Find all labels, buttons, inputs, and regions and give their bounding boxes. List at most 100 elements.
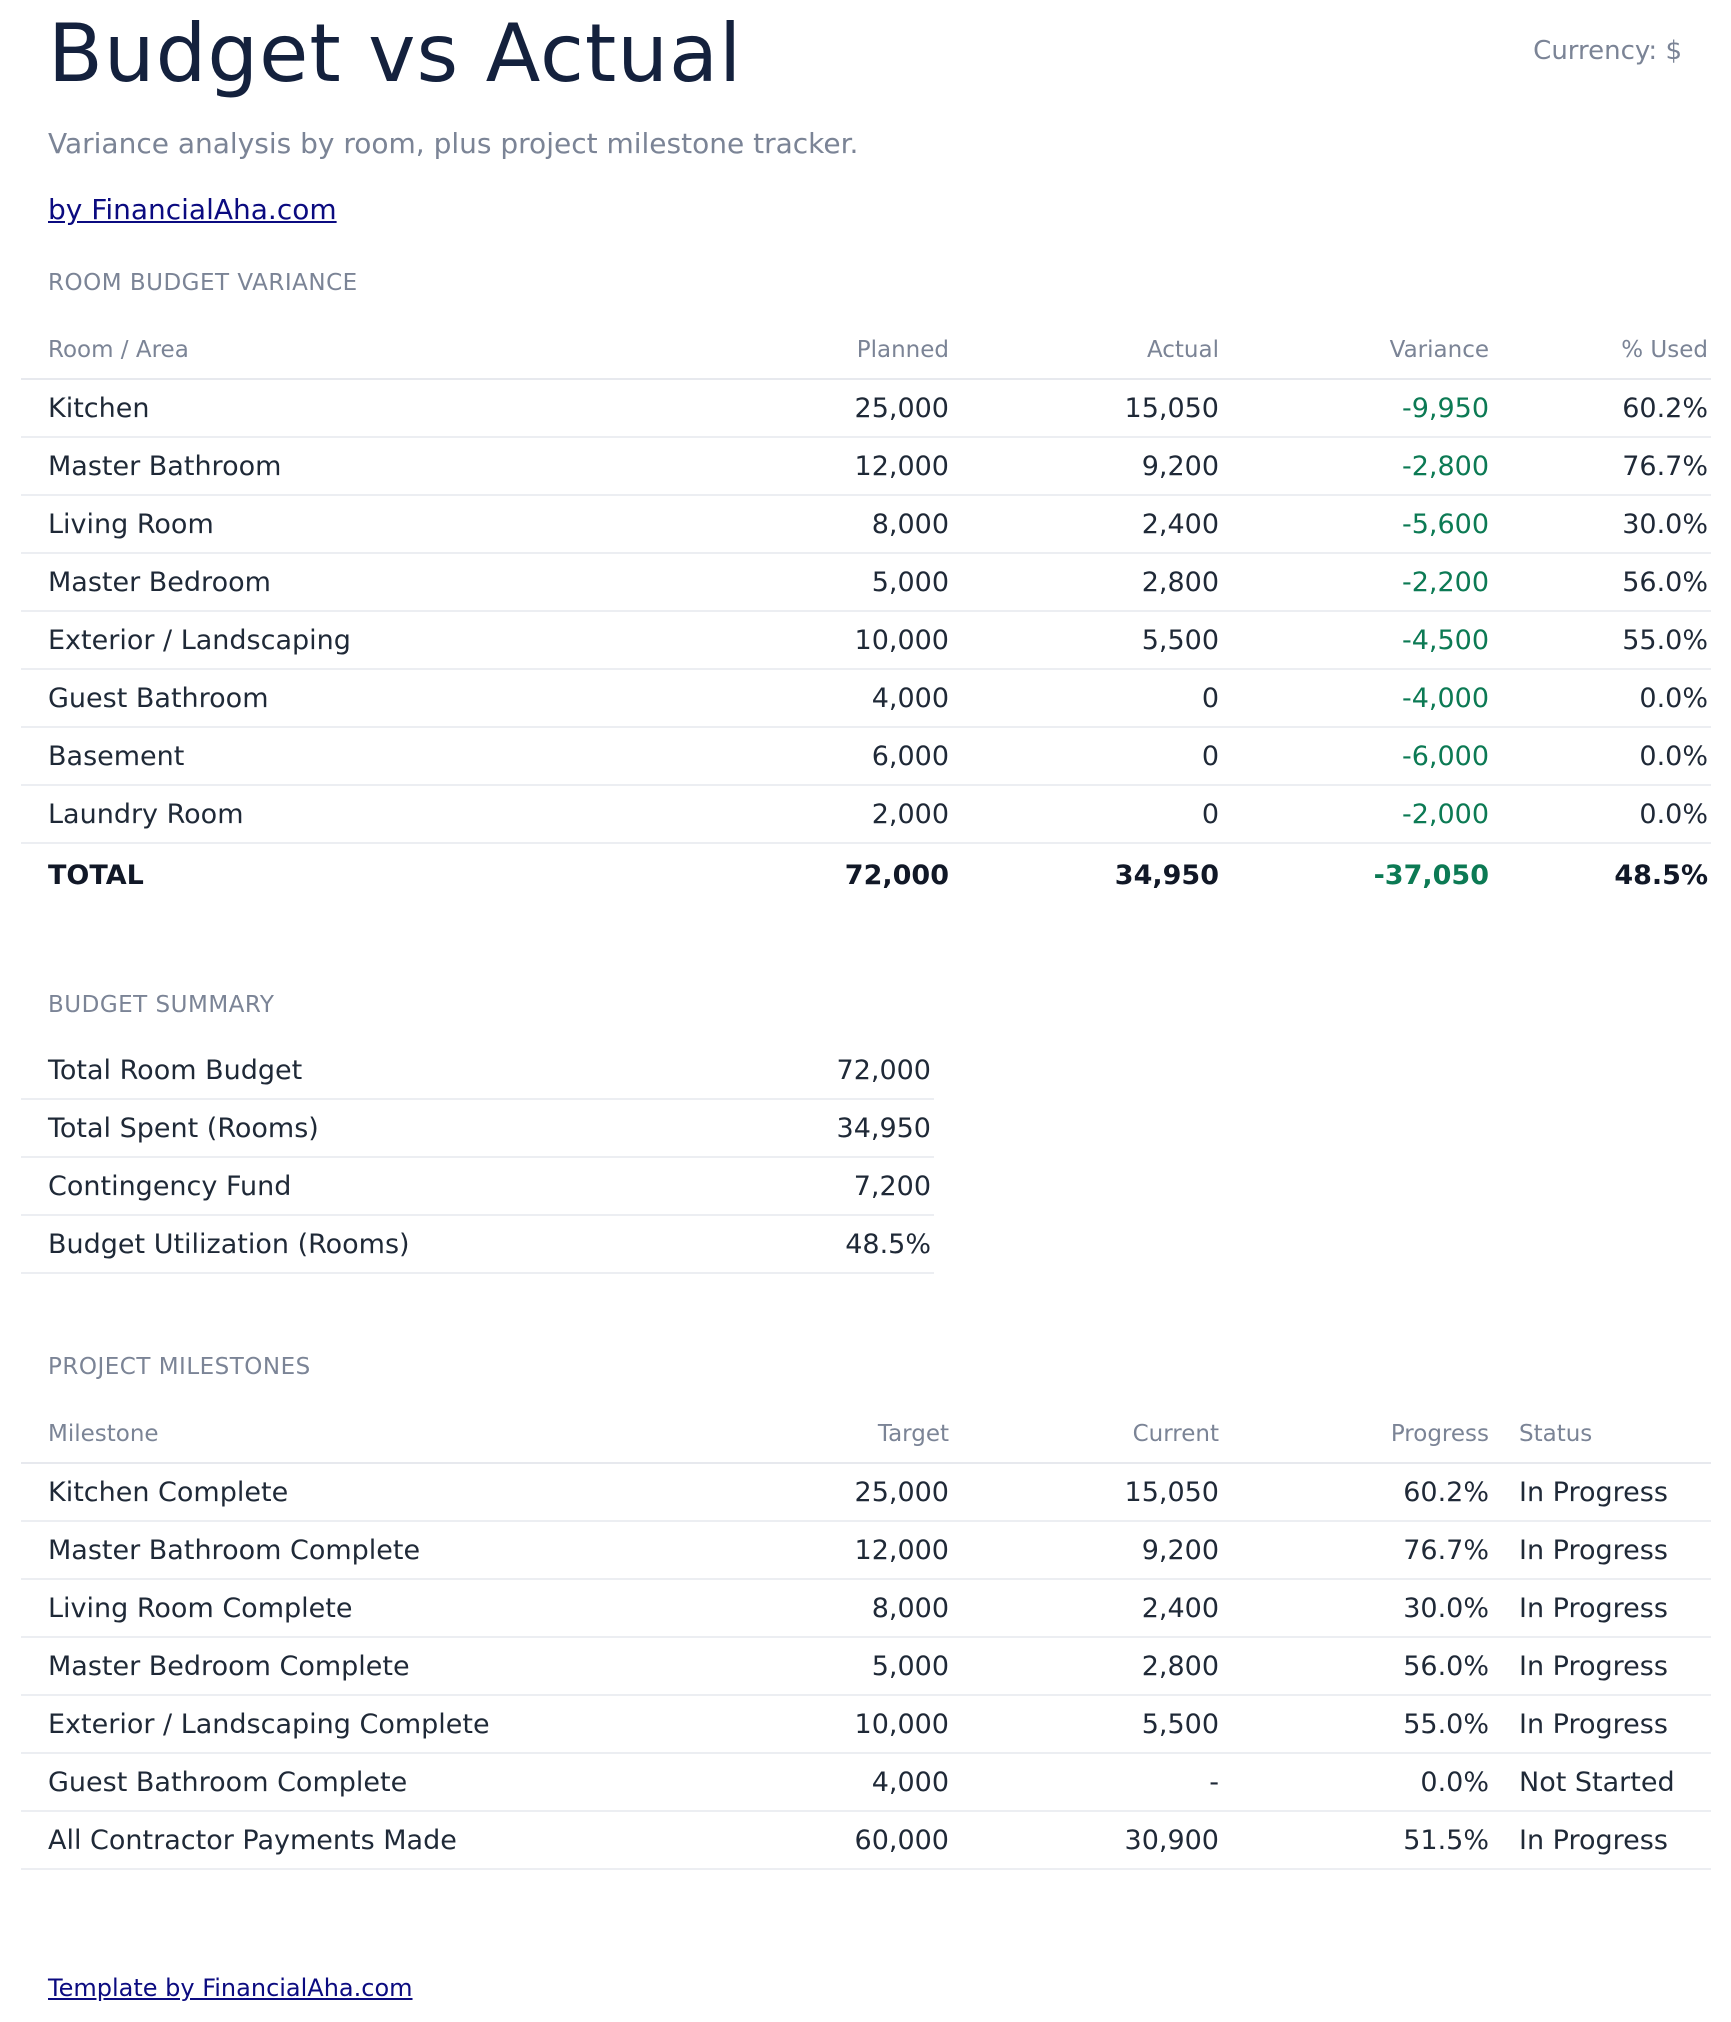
cell-current: 2,800 [952, 1637, 1222, 1696]
table-row: Master Bathroom Complete 12,000 9,200 76.7%… [21, 1521, 1711, 1580]
cell-target: 12,000 [734, 1521, 952, 1580]
budget-vs-actual-sheet: Budget vs Actual Currency: $ Variance an… [0, 0, 1731, 2022]
table-row: Living Room 8,000 2,400 -5,600 30.0% [21, 495, 1711, 554]
cell-pct-used: 56.0% [1492, 553, 1711, 612]
cell-planned: 4,000 [734, 669, 952, 728]
col-header-pct-used: % Used [1492, 322, 1711, 380]
total-cell-pct-used: 48.5% [1492, 842, 1711, 906]
total-cell-actual: 34,950 [952, 842, 1222, 906]
room-variance-table: Room / Area Planned Actual Variance % Us… [21, 322, 1711, 906]
cell-progress: 60.2% [1222, 1463, 1492, 1522]
table-row: Exterior / Landscaping 10,000 5,500 -4,500 5… [21, 611, 1711, 670]
cell-variance: -2,000 [1222, 785, 1492, 844]
cell-actual: 2,800 [952, 553, 1222, 612]
cell-status: Not Started [1492, 1753, 1711, 1812]
cell-status: In Progress [1492, 1579, 1711, 1638]
cell-pct-used: 76.7% [1492, 437, 1711, 496]
table-row: Kitchen Complete 25,000 15,050 60.2% In Prog… [21, 1463, 1711, 1522]
cell-current: - [952, 1753, 1222, 1812]
cell-planned: 12,000 [734, 437, 952, 496]
summary-row: Budget Utilization (Rooms) 48.5% [21, 1215, 934, 1274]
col-header-status: Status [1492, 1406, 1711, 1464]
col-header-room: Room / Area [21, 322, 734, 380]
cell-target: 25,000 [734, 1463, 952, 1522]
cell-current: 9,200 [952, 1521, 1222, 1580]
cell-variance: -4,000 [1222, 669, 1492, 728]
cell-pct-used: 55.0% [1492, 611, 1711, 670]
table-row: Basement 6,000 0 -6,000 0.0% [21, 727, 1711, 786]
cell-status: In Progress [1492, 1811, 1711, 1870]
credit-link[interactable]: by FinancialAha.com [48, 193, 337, 226]
col-header-progress: Progress [1222, 1406, 1492, 1464]
table-row: Kitchen 25,000 15,050 -9,950 60.2% [21, 379, 1711, 438]
cell-progress: 30.0% [1222, 1579, 1492, 1638]
cell-status: In Progress [1492, 1695, 1711, 1754]
cell-milestone: Master Bathroom Complete [21, 1521, 734, 1580]
summary-value: 7,200 [716, 1157, 934, 1216]
cell-status: In Progress [1492, 1463, 1711, 1522]
cell-room: Guest Bathroom [21, 669, 734, 728]
cell-progress: 56.0% [1222, 1637, 1492, 1696]
cell-room: Kitchen [21, 379, 734, 438]
table-row: Guest Bathroom 4,000 0 -4,000 0.0% [21, 669, 1711, 728]
cell-planned: 8,000 [734, 495, 952, 554]
table-row: Laundry Room 2,000 0 -2,000 0.0% [21, 785, 1711, 844]
table-row: Master Bathroom 12,000 9,200 -2,800 76.7% [21, 437, 1711, 496]
cell-planned: 2,000 [734, 785, 952, 844]
cell-progress: 76.7% [1222, 1521, 1492, 1580]
cell-planned: 6,000 [734, 727, 952, 786]
cell-actual: 5,500 [952, 611, 1222, 670]
summary-value: 48.5% [716, 1215, 934, 1274]
cell-pct-used: 0.0% [1492, 785, 1711, 844]
milestones-section-label: PROJECT MILESTONES [48, 1354, 311, 1380]
cell-actual: 0 [952, 669, 1222, 728]
summary-row: Contingency Fund 7,200 [21, 1157, 934, 1216]
table-row: All Contractor Payments Made 60,000 30,900… [21, 1811, 1711, 1870]
budget-summary-section-label: BUDGET SUMMARY [48, 992, 275, 1018]
cell-pct-used: 60.2% [1492, 379, 1711, 438]
page-title: Budget vs Actual [48, 7, 743, 100]
table-row: Guest Bathroom Complete 4,000-0.0% Not Sta… [21, 1753, 1711, 1812]
cell-target: 5,000 [734, 1637, 952, 1696]
total-cell-room: TOTAL [21, 842, 734, 906]
summary-value: 34,950 [716, 1099, 934, 1158]
cell-variance: -4,500 [1222, 611, 1492, 670]
milestones-table: Milestone Target Current Progress Status… [21, 1406, 1711, 1870]
summary-row: Total Spent (Rooms) 34,950 [21, 1099, 934, 1158]
cell-milestone: Living Room Complete [21, 1579, 734, 1638]
cell-current: 15,050 [952, 1463, 1222, 1522]
cell-progress: 0.0% [1222, 1753, 1492, 1812]
cell-pct-used: 0.0% [1492, 669, 1711, 728]
cell-milestone: Kitchen Complete [21, 1463, 734, 1522]
col-header-planned: Planned [734, 322, 952, 380]
footer-link[interactable]: Template by FinancialAha.com [48, 1974, 413, 2002]
cell-room: Basement [21, 727, 734, 786]
summary-label: Contingency Fund [21, 1157, 716, 1216]
cell-room: Exterior / Landscaping [21, 611, 734, 670]
summary-label: Total Room Budget [21, 1042, 716, 1100]
budget-summary-table: Total Room Budget 72,000 Total Spent (Room… [21, 1042, 934, 1274]
currency-label: Currency: $ [1533, 36, 1682, 66]
cell-planned: 25,000 [734, 379, 952, 438]
cell-pct-used: 0.0% [1492, 727, 1711, 786]
cell-variance: -5,600 [1222, 495, 1492, 554]
table-row: Master Bedroom 5,000 2,800 -2,200 56.0% [21, 553, 1711, 612]
cell-room: Laundry Room [21, 785, 734, 844]
total-cell-variance: -37,050 [1222, 842, 1492, 906]
cell-milestone: All Contractor Payments Made [21, 1811, 734, 1870]
cell-variance: -6,000 [1222, 727, 1492, 786]
table-row: Exterior / Landscaping Complete 10,000 5,5… [21, 1695, 1711, 1754]
cell-actual: 15,050 [952, 379, 1222, 438]
cell-room: Living Room [21, 495, 734, 554]
table-row: Master Bedroom Complete 5,000 2,800 56.0% In… [21, 1637, 1711, 1696]
cell-variance: -9,950 [1222, 379, 1492, 438]
summary-label: Budget Utilization (Rooms) [21, 1215, 716, 1274]
cell-current: 2,400 [952, 1579, 1222, 1638]
cell-room: Master Bathroom [21, 437, 734, 496]
col-header-current: Current [952, 1406, 1222, 1464]
cell-current: 5,500 [952, 1695, 1222, 1754]
col-header-milestone: Milestone [21, 1406, 734, 1464]
cell-planned: 5,000 [734, 553, 952, 612]
cell-status: In Progress [1492, 1521, 1711, 1580]
total-cell-planned: 72,000 [734, 842, 952, 906]
